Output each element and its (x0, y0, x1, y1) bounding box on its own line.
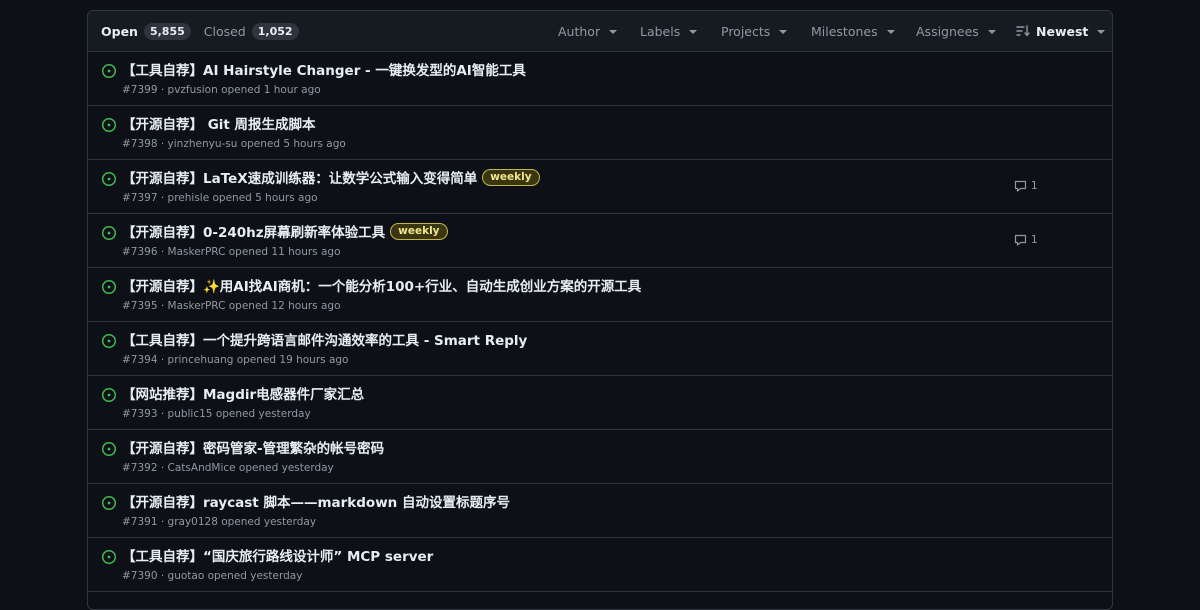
chevron-down-icon (689, 30, 698, 34)
issue-meta: #7394 · princehuang opened 19 hours ago (122, 354, 349, 366)
issue-title-link[interactable]: 【开源自荐】0-240hz屏幕刷新率体验工具 (122, 221, 385, 241)
issue-title-link[interactable]: 【工具自荐】AI Hairstyle Changer - 一键换发型的AI智能工… (122, 59, 526, 79)
issue-meta: #7395 · MaskerPRC opened 12 hours ago (122, 300, 341, 312)
issues-list: 【工具自荐】AI Hairstyle Changer - 一键换发型的AI智能工… (88, 52, 1112, 592)
issue-meta: #7399 · pvzfusion opened 1 hour ago (122, 84, 321, 96)
issue-title-link[interactable]: 【工具自荐】一个提升跨语言邮件沟通效率的工具 - Smart Reply (122, 329, 527, 349)
milestones-filter-label: Milestones (811, 23, 878, 39)
issues-list-box: Open 5,855 Closed 1,052 Author Labels Pr… (87, 10, 1113, 610)
issue-open-icon (101, 63, 117, 79)
milestones-filter[interactable]: Milestones (811, 11, 895, 51)
issue-title-link[interactable]: 【开源自荐】 Git 周报生成脚本 (122, 113, 316, 133)
comment-icon (1014, 234, 1027, 246)
label-weekly[interactable]: weekly (390, 222, 448, 240)
issue-meta: #7396 · MaskerPRC opened 11 hours ago (122, 246, 341, 258)
issue-row[interactable]: 【开源自荐】0-240hz屏幕刷新率体验工具 weekly #7396 · Ma… (88, 214, 1112, 268)
issue-row[interactable]: 【开源自荐】✨用AI找AI商机：一个能分析100+行业、自动生成创业方案的开源工… (88, 268, 1112, 322)
labels-filter-label: Labels (640, 23, 681, 39)
projects-filter-label: Projects (721, 23, 771, 39)
issue-title-link[interactable]: 【开源自荐】raycast 脚本——markdown 自动设置标题序号 (122, 491, 510, 511)
comment-icon (1014, 180, 1027, 192)
comment-count: 1 (1031, 234, 1038, 246)
chevron-down-icon (886, 30, 895, 34)
issue-open-icon (101, 495, 117, 511)
sort-dropdown[interactable]: Newest (1016, 11, 1106, 51)
issue-open-icon (101, 117, 117, 133)
issue-title-link[interactable]: 【工具自荐】“国庆旅行路线设计师” MCP server (122, 545, 433, 565)
issue-row[interactable]: 【网站推荐】Magdir电感器件厂家汇总 #7393 · public15 op… (88, 376, 1112, 430)
issue-meta: #7391 · gray0128 opened yesterday (122, 516, 317, 528)
issue-row[interactable]: 【工具自荐】一个提升跨语言邮件沟通效率的工具 - Smart Reply #73… (88, 322, 1112, 376)
issue-meta: #7393 · public15 opened yesterday (122, 408, 311, 420)
chevron-down-icon (1097, 30, 1106, 34)
projects-filter[interactable]: Projects (721, 11, 788, 51)
issue-open-icon (101, 387, 117, 403)
author-filter-label: Author (558, 23, 601, 39)
issues-list-header: Open 5,855 Closed 1,052 Author Labels Pr… (88, 11, 1112, 52)
assignees-filter-label: Assignees (916, 23, 979, 39)
issue-row[interactable]: 【开源自荐】密码管家-管理繁杂的帐号密码 #7392 · CatsAndMice… (88, 430, 1112, 484)
sort-desc-icon (1016, 25, 1030, 37)
issue-row[interactable]: 【工具自荐】“国庆旅行路线设计师” MCP server #7390 · guo… (88, 538, 1112, 592)
labels-filter[interactable]: Labels (640, 11, 698, 51)
comment-count: 1 (1031, 180, 1038, 192)
issue-meta: #7398 · yinzhenyu-su opened 5 hours ago (122, 138, 346, 150)
assignees-filter[interactable]: Assignees (916, 11, 996, 51)
comments-link[interactable]: 1 (1014, 180, 1038, 192)
label-weekly[interactable]: weekly (482, 168, 540, 186)
issue-row[interactable]: 【开源自荐】 Git 周报生成脚本 #7398 · yinzhenyu-su o… (88, 106, 1112, 160)
sort-label: Newest (1036, 23, 1089, 39)
issue-open-icon (101, 171, 117, 187)
issue-title-link[interactable]: 【开源自荐】✨用AI找AI商机：一个能分析100+行业、自动生成创业方案的开源工… (122, 275, 641, 295)
issue-open-icon (101, 333, 117, 349)
comments-link[interactable]: 1 (1014, 234, 1038, 246)
issue-row[interactable]: 【工具自荐】AI Hairstyle Changer - 一键换发型的AI智能工… (88, 52, 1112, 106)
chevron-down-icon (987, 30, 996, 34)
issue-meta: #7390 · guotao opened yesterday (122, 570, 303, 582)
issue-title-link[interactable]: 【开源自荐】密码管家-管理繁杂的帐号密码 (122, 437, 384, 457)
issue-open-icon (101, 225, 117, 241)
issue-meta: #7392 · CatsAndMice opened yesterday (122, 462, 334, 474)
issue-open-icon (101, 441, 117, 457)
issue-row[interactable]: 【开源自荐】raycast 脚本——markdown 自动设置标题序号 #739… (88, 484, 1112, 538)
chevron-down-icon (609, 30, 618, 34)
issue-meta: #7397 · prehisle opened 5 hours ago (122, 192, 318, 204)
chevron-down-icon (779, 30, 788, 34)
issue-title-link[interactable]: 【开源自荐】LaTeX速成训练器：让数学公式输入变得简单 (122, 167, 477, 187)
author-filter[interactable]: Author (558, 11, 618, 51)
issue-title-link[interactable]: 【网站推荐】Magdir电感器件厂家汇总 (122, 383, 364, 403)
issue-open-icon (101, 279, 117, 295)
issue-row[interactable]: 【开源自荐】LaTeX速成训练器：让数学公式输入变得简单 weekly #739… (88, 160, 1112, 214)
issue-open-icon (101, 549, 117, 565)
